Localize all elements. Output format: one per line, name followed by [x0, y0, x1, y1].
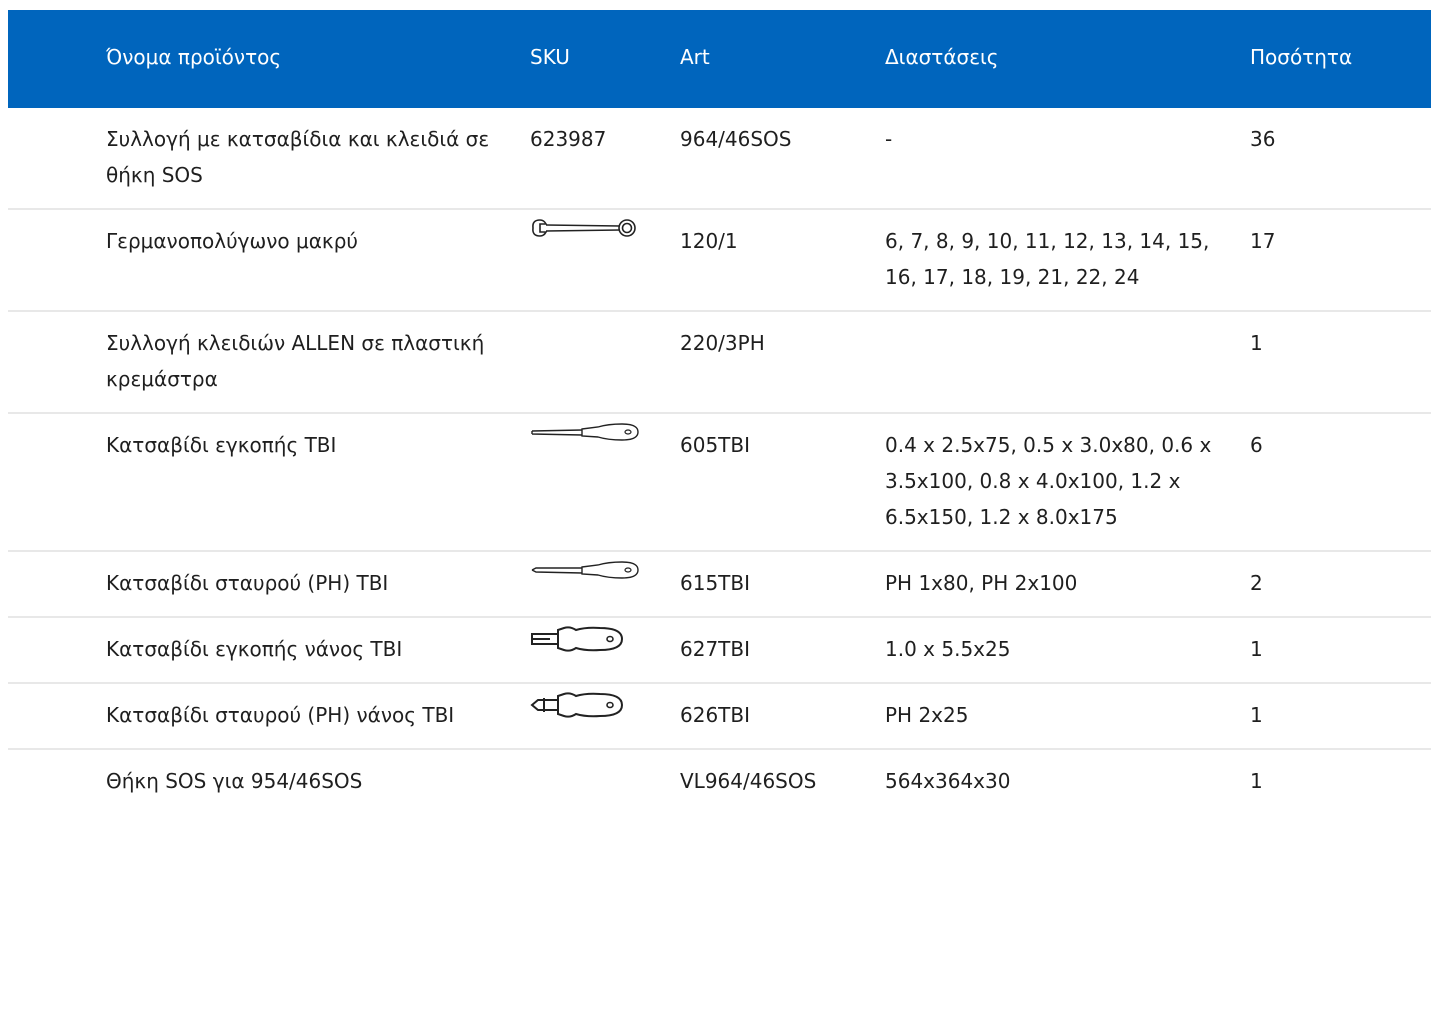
row-name: Κατσαβίδι εγκοπής TBI: [106, 433, 337, 457]
row-name: Συλλογή κλειδιών ALLEN σε πλαστική κρεμά…: [106, 331, 485, 391]
row-art: 627TBI: [680, 637, 751, 661]
row-art: 615TBI: [680, 571, 751, 595]
stubby-slotted-screwdriver-icon: [530, 624, 630, 654]
row-quantity: 1: [1250, 637, 1263, 661]
row-sku: [530, 414, 680, 550]
row-name: Κατσαβίδι σταυρού (PH) TBI: [106, 571, 389, 595]
header-art: Art: [680, 45, 710, 69]
row-sku: [530, 552, 680, 616]
row-art: 220/3PH: [680, 331, 765, 355]
table-row: Γερμανοπολύγωνο μακρύ 120/1 6, 7, 8, 9, …: [8, 210, 1431, 312]
header-dimensions: Διαστάσεις: [885, 45, 999, 69]
table-header: Όνομα προϊόντος SKU Art Διαστάσεις Ποσότ…: [8, 10, 1431, 108]
table-row: Συλλογή με κατσαβίδια και κλειδιά σε θήκ…: [8, 108, 1431, 210]
header-name: Όνομα προϊόντος: [106, 45, 282, 69]
row-name: Κατσαβίδι σταυρού (PH) νάνος TBI: [106, 703, 455, 727]
row-sku: [530, 210, 680, 310]
row-sku: [530, 684, 680, 748]
table-row: Θήκη SOS για 954/46SOS VL964/46SOS 564x3…: [8, 750, 1431, 814]
row-quantity: 2: [1250, 571, 1263, 595]
row-dimensions: [885, 312, 1250, 412]
row-quantity: 1: [1250, 703, 1263, 727]
row-quantity: 1: [1250, 769, 1263, 793]
row-quantity: 1: [1250, 331, 1263, 355]
row-name: Κατσαβίδι εγκοπής νάνος TBI: [106, 637, 403, 661]
row-dimensions: -: [885, 127, 893, 151]
stubby-phillips-screwdriver-icon: [530, 690, 630, 720]
table-row: Κατσαβίδι σταυρού (PH) TBI 615TBI PH 1x8…: [8, 552, 1431, 618]
table-row: Κατσαβίδι εγκοπής TBI 605TBI 0.4 x 2.5x7…: [8, 414, 1431, 552]
row-dimensions: PH 1x80, PH 2x100: [885, 571, 1078, 595]
row-name: Συλλογή με κατσαβίδια και κλειδιά σε θήκ…: [106, 127, 490, 187]
phillips-screwdriver-icon: [530, 558, 642, 582]
row-dimensions: 6, 7, 8, 9, 10, 11, 12, 13, 14, 15, 16, …: [885, 229, 1210, 289]
row-sku: [530, 750, 680, 814]
row-art: 120/1: [680, 229, 738, 253]
product-table: Όνομα προϊόντος SKU Art Διαστάσεις Ποσότ…: [8, 10, 1431, 814]
row-art: VL964/46SOS: [680, 769, 817, 793]
header-sku: SKU: [530, 45, 570, 69]
row-art: 964/46SOS: [680, 127, 792, 151]
header-quantity: Ποσότητα: [1250, 45, 1353, 69]
row-dimensions: 564x364x30: [885, 769, 1011, 793]
table-row: Συλλογή κλειδιών ALLEN σε πλαστική κρεμά…: [8, 312, 1431, 414]
row-sku: [530, 618, 680, 682]
row-dimensions: 1.0 x 5.5x25: [885, 637, 1011, 661]
row-art: 605TBI: [680, 433, 751, 457]
row-sku: 623987: [530, 127, 607, 151]
row-dimensions: 0.4 x 2.5x75, 0.5 x 3.0x80, 0.6 x 3.5x10…: [885, 433, 1212, 529]
row-sku: [530, 312, 680, 412]
row-quantity: 17: [1250, 229, 1276, 253]
combination-wrench-icon: [530, 216, 642, 240]
table-row: Κατσαβίδι εγκοπής νάνος TBI 627TBI 1.0 x…: [8, 618, 1431, 684]
row-name: Γερμανοπολύγωνο μακρύ: [106, 229, 358, 253]
table-row: Κατσαβίδι σταυρού (PH) νάνος TBI 626TBI …: [8, 684, 1431, 750]
slotted-screwdriver-icon: [530, 420, 642, 444]
row-dimensions: PH 2x25: [885, 703, 969, 727]
row-art: 626TBI: [680, 703, 751, 727]
row-name: Θήκη SOS για 954/46SOS: [106, 769, 363, 793]
row-quantity: 6: [1250, 433, 1263, 457]
row-quantity: 36: [1250, 127, 1276, 151]
